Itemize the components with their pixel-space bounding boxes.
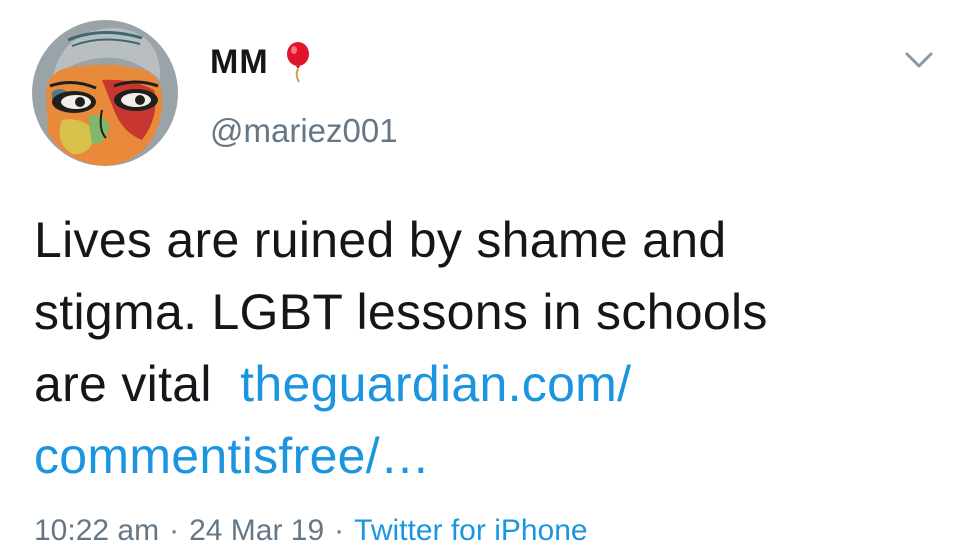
meta-separator: · (169, 514, 180, 547)
avatar[interactable] (32, 20, 178, 166)
avatar-illustration (32, 20, 178, 166)
tweet-date[interactable]: 24 Mar 19 (189, 514, 324, 547)
display-name[interactable]: MM (210, 43, 269, 82)
tweet-text-line: are vital theguardian.com/ (34, 348, 954, 420)
article-link[interactable]: theguardian.com/ (240, 356, 631, 412)
tweet-card: MM @mariez001 Lives are ruined by shame … (0, 0, 960, 547)
tweet-text: Lives are ruined by shame and stigma. LG… (34, 204, 954, 492)
meta-separator: · (334, 514, 345, 547)
tweet-text-line: commentisfree/… (34, 420, 954, 492)
user-info: MM @mariez001 (210, 36, 398, 150)
tweet-meta: 10:22 am · 24 Mar 19 · Twitter for iPhone (34, 514, 588, 547)
article-link-continued[interactable]: commentisfree/… (34, 428, 430, 484)
user-handle[interactable]: @mariez001 (210, 112, 398, 150)
tweet-text-fragment: are vital (34, 356, 212, 412)
name-row: MM (210, 36, 398, 88)
tweet-text-line: stigma. LGBT lessons in schools (34, 284, 768, 340)
tweet-time[interactable]: 10:22 am (34, 514, 159, 547)
tweet-text-line: Lives are ruined by shame and (34, 212, 727, 268)
tweet-source[interactable]: Twitter for iPhone (354, 514, 587, 547)
chevron-down-icon[interactable] (901, 48, 937, 72)
balloon-icon (283, 41, 313, 83)
